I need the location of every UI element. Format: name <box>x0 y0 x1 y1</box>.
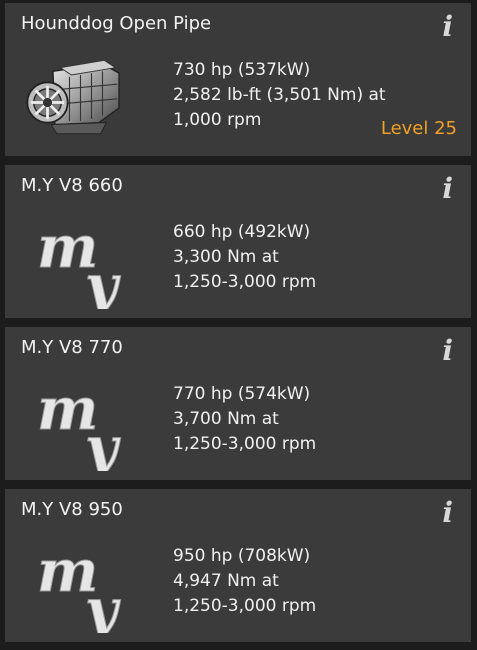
my-brand-logo: m y <box>37 375 122 471</box>
engine-name: M.Y V8 660 <box>21 175 123 196</box>
unlock-level-badge: Level 25 <box>380 118 457 139</box>
svg-text:y: y <box>83 577 121 633</box>
torque-line: 3,700 Nm at <box>173 409 279 429</box>
engine-card-my-v8-950[interactable]: M.Y V8 950 i m y 950 hp (708kW) 4,947 Nm… <box>5 489 471 642</box>
rpm-line: 1,000 rpm <box>173 110 262 130</box>
svg-text:y: y <box>83 253 121 309</box>
info-icon[interactable]: i <box>442 13 453 41</box>
engine-specs: 660 hp (492kW) 3,300 Nm at 1,250-3,000 r… <box>173 220 316 295</box>
engine-name: Hounddog Open Pipe <box>21 13 212 34</box>
info-icon[interactable]: i <box>442 337 453 365</box>
engine-name: M.Y V8 770 <box>21 337 123 358</box>
my-brand-logo: m y <box>37 213 122 309</box>
engine-list: Hounddog Open Pipe i 730 hp (537kW) 2,58… <box>0 0 477 650</box>
torque-line: 3,300 Nm at <box>173 247 279 267</box>
torque-line: 2,582 lb-ft (3,501 Nm) at <box>173 85 386 105</box>
power-line: 730 hp (537kW) <box>173 60 311 80</box>
info-icon[interactable]: i <box>442 175 453 203</box>
info-icon[interactable]: i <box>442 499 453 527</box>
rpm-line: 1,250-3,000 rpm <box>173 596 317 616</box>
power-line: 770 hp (574kW) <box>173 384 311 404</box>
power-line: 660 hp (492kW) <box>173 222 311 242</box>
my-brand-logo: m y <box>37 537 122 633</box>
engine-card-my-v8-770[interactable]: M.Y V8 770 i m y 770 hp (574kW) 3,700 Nm… <box>5 327 471 480</box>
engine-specs: 730 hp (537kW) 2,582 lb-ft (3,501 Nm) at… <box>173 58 386 133</box>
engine-specs: 950 hp (708kW) 4,947 Nm at 1,250-3,000 r… <box>173 544 316 619</box>
torque-line: 4,947 Nm at <box>173 571 279 591</box>
power-line: 950 hp (708kW) <box>173 546 311 566</box>
rpm-line: 1,250-3,000 rpm <box>173 272 317 292</box>
rpm-line: 1,250-3,000 rpm <box>173 434 317 454</box>
svg-text:y: y <box>83 415 121 471</box>
engine-specs: 770 hp (574kW) 3,700 Nm at 1,250-3,000 r… <box>173 382 316 457</box>
engine-icon <box>26 59 120 135</box>
engine-card-my-v8-660[interactable]: M.Y V8 660 i m y 660 hp (492kW) 3,300 Nm… <box>5 165 471 318</box>
engine-name: M.Y V8 950 <box>21 499 123 520</box>
engine-card-hounddog[interactable]: Hounddog Open Pipe i 730 hp (537kW) 2,58… <box>5 3 471 156</box>
